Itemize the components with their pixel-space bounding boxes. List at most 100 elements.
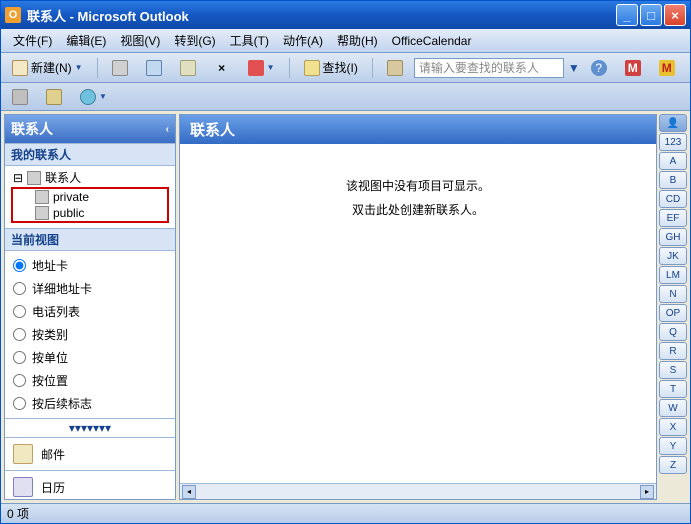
view-option[interactable]: 地址卡 (13, 257, 167, 274)
radio-icon[interactable] (13, 351, 26, 364)
scroll-right-icon[interactable]: ▸ (640, 485, 654, 499)
view-option[interactable]: 按位置 (13, 372, 167, 389)
content-area: 联系人 该视图中没有项目可显示。 双击此处创建新联系人。 ◂ ▸ (179, 114, 657, 500)
minimize-button[interactable]: _ (616, 4, 638, 26)
menu-tools[interactable]: 工具(T) (224, 30, 275, 51)
tree-node-public[interactable]: public (33, 205, 165, 221)
contacts-folder-icon (27, 171, 41, 185)
view-option[interactable]: 电话列表 (13, 303, 167, 320)
index-button[interactable]: 123 (659, 133, 687, 151)
radio-icon[interactable] (13, 397, 26, 410)
new-label: 新建(N) (31, 59, 72, 76)
addon-m-button[interactable]: M (618, 57, 648, 79)
view-option[interactable]: 按后续标志 (13, 395, 167, 412)
titlebar[interactable]: O 联系人 - Microsoft Outlook _ □ × (1, 1, 690, 29)
index-button[interactable]: Z (659, 456, 687, 474)
nav-header: 联系人 ‹ (5, 115, 175, 143)
tree-root[interactable]: ⊟ 联系人 (11, 170, 169, 186)
send-receive-button[interactable] (139, 57, 169, 79)
radio-icon[interactable] (13, 374, 26, 387)
menu-actions[interactable]: 动作(A) (277, 30, 329, 51)
hscrollbar[interactable]: ◂ ▸ (180, 483, 656, 499)
favorites-icon (46, 89, 62, 105)
print-button[interactable] (105, 57, 135, 79)
nav-bottom: 邮件 日历 联系人 » (5, 437, 175, 503)
index-button[interactable]: OP (659, 304, 687, 322)
search-label: 查找(I) (323, 59, 358, 76)
index-button[interactable]: S (659, 361, 687, 379)
menu-view[interactable]: 视图(V) (114, 30, 166, 51)
index-button[interactable]: W (659, 399, 687, 417)
empty-line-2: 双击此处创建新联系人。 (200, 198, 636, 222)
index-button[interactable]: Y (659, 437, 687, 455)
help-icon: ? (591, 60, 607, 76)
index-header-icon[interactable]: 👤 (659, 114, 687, 132)
index-button[interactable]: EF (659, 209, 687, 227)
nav-mail-button[interactable]: 邮件 (5, 437, 175, 470)
tree-node-private[interactable]: private (33, 189, 165, 205)
maximize-button[interactable]: □ (640, 4, 662, 26)
window-title: 联系人 - Microsoft Outlook (27, 6, 616, 25)
radio-icon[interactable] (13, 305, 26, 318)
statusbar: 0 项 (1, 503, 690, 523)
index-button[interactable]: N (659, 285, 687, 303)
radio-icon[interactable] (13, 282, 26, 295)
menu-help[interactable]: 帮助(H) (331, 30, 384, 51)
navigation-pane: 联系人 ‹ 我的联系人 ⊟ 联系人 private public 当前视图 地址… (4, 114, 176, 500)
my-contacts-header[interactable]: 我的联系人 (5, 143, 175, 166)
index-button[interactable]: B (659, 171, 687, 189)
flag-button[interactable]: ▼ (241, 57, 282, 79)
menu-officecalendar[interactable]: OfficeCalendar (386, 32, 478, 50)
help-button[interactable]: ? (584, 57, 614, 79)
new-button[interactable]: 新建(N) ▼ (5, 57, 90, 79)
search-input[interactable]: 请输入要查找的联系人 (414, 58, 564, 78)
index-button[interactable]: GH (659, 228, 687, 246)
copy-icon (180, 60, 196, 76)
separator (97, 58, 98, 78)
annotation-highlight: private public (11, 187, 169, 223)
index-button[interactable]: CD (659, 190, 687, 208)
calendar-icon (13, 477, 33, 497)
index-button[interactable]: X (659, 418, 687, 436)
scroll-left-icon[interactable]: ◂ (182, 485, 196, 499)
chevron-down-icon: ▼ (75, 63, 83, 72)
close-button[interactable]: × (664, 4, 686, 26)
content-body[interactable]: 该视图中没有项目可显示。 双击此处创建新联系人。 (180, 144, 656, 483)
toolbar-secondary: ▼ (1, 83, 690, 111)
index-button[interactable]: T (659, 380, 687, 398)
menu-goto[interactable]: 转到(G) (168, 30, 221, 51)
addon-m2-button[interactable]: M (652, 57, 682, 79)
radio-icon[interactable] (13, 259, 26, 272)
index-button[interactable]: LM (659, 266, 687, 284)
index-button[interactable]: A (659, 152, 687, 170)
index-button[interactable]: Q (659, 323, 687, 341)
view-option[interactable]: 按类别 (13, 326, 167, 343)
address-book-button[interactable] (380, 57, 410, 79)
menu-file[interactable]: 文件(F) (7, 30, 58, 51)
print-icon (112, 60, 128, 76)
find-button[interactable]: 查找(I) (297, 57, 365, 79)
menu-edit[interactable]: 编辑(E) (60, 30, 112, 51)
index-button[interactable]: R (659, 342, 687, 360)
delete-button[interactable]: × (207, 57, 237, 79)
view-option[interactable]: 详细地址卡 (13, 280, 167, 297)
address-book-icon (387, 60, 403, 76)
tool-a[interactable] (5, 86, 35, 108)
current-view-header[interactable]: 当前视图 (5, 228, 175, 251)
collapse-icon[interactable]: ‹ (166, 124, 169, 135)
nav-calendar-button[interactable]: 日历 (5, 470, 175, 503)
search-dropdown[interactable]: ▼ (568, 61, 580, 75)
content-header: 联系人 (180, 115, 656, 144)
empty-line-1: 该视图中没有项目可显示。 (200, 174, 636, 198)
radio-icon[interactable] (13, 328, 26, 341)
tool-c[interactable]: ▼ (73, 86, 114, 108)
nav-divider[interactable]: ▾▾▾▾▾▾▾ (5, 418, 175, 437)
index-button[interactable]: JK (659, 247, 687, 265)
body-area: 联系人 ‹ 我的联系人 ⊟ 联系人 private public 当前视图 地址… (1, 111, 690, 503)
copy-button[interactable] (173, 57, 203, 79)
view-option[interactable]: 按单位 (13, 349, 167, 366)
alpha-index-bar: 👤 123ABCDEFGHJKLMNOPQRSTWXYZ (659, 114, 687, 500)
views-list: 地址卡详细地址卡电话列表按类别按单位按位置按后续标志 (5, 251, 175, 418)
envelope-icon (146, 60, 162, 76)
tool-b[interactable] (39, 86, 69, 108)
